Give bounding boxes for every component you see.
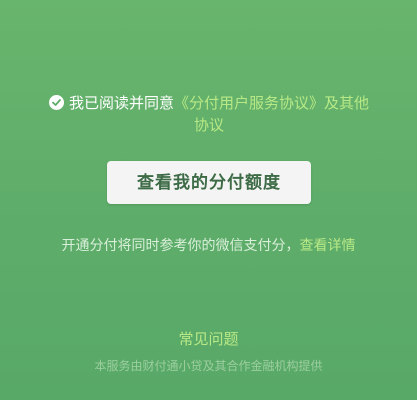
- view-credit-limit-button[interactable]: 查看我的分付额度: [107, 161, 311, 204]
- view-details-link[interactable]: 查看详情: [300, 238, 356, 254]
- info-text: 开通分付将同时参考你的微信支付分，查看详情: [0, 236, 417, 256]
- footer-provider-text: 本服务由财付通小贷及其合作金融机构提供: [94, 359, 323, 373]
- user-agreement-link[interactable]: 《分付用户服务协议》及其他协议: [174, 94, 369, 134]
- faq-link[interactable]: 常见问题: [0, 329, 417, 349]
- info-description: 开通分付将同时参考你的微信支付分，: [61, 238, 300, 254]
- agreement-prefix: 我已阅读并同意: [68, 94, 174, 112]
- agreement-text: 我已阅读并同意《分付用户服务协议》及其他协议: [44, 92, 374, 136]
- checkbox-checked-icon[interactable]: [48, 95, 64, 110]
